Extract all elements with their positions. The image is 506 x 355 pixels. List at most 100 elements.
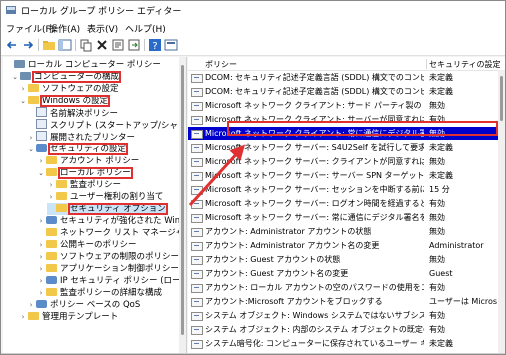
tree-policy-based-qos[interactable]: › ポリシー ベースの QoS — [27, 299, 141, 311]
tree-label: ユーザー権利の割り当て — [70, 192, 164, 202]
policy-row[interactable]: Microsoft ネットワーク サーバー: クライアントが同意すれば、通信に.… — [188, 155, 498, 168]
policy-name: Microsoft ネットワーク サーバー: S4U2Self を試行して要求情… — [205, 143, 424, 152]
policy-row[interactable]: アカウント: Administrator アカウント名の変更 Administra… — [188, 239, 498, 252]
column-security-setting[interactable]: セキュリティの設定 — [429, 59, 501, 70]
tree-deployed-printers[interactable]: › 展開されたプリンター — [27, 131, 136, 143]
policy-row[interactable]: Microsoft ネットワーク サーバー: S4U2Self を試行して要求情… — [188, 141, 498, 154]
folder-icon — [56, 180, 67, 188]
tree-ip-security[interactable]: › IP セキュリティ ポリシー (ローカル — [37, 275, 186, 287]
chevron-right-icon[interactable]: › — [37, 287, 45, 299]
policy-name: DCOM: セキュリティ記述子定義言語 (SDDL) 構文でのコンピュータ... — [205, 73, 424, 82]
chevron-right-icon[interactable]: › — [37, 155, 45, 167]
tree-security-settings[interactable]: ⌄ セキュリティの設定 — [27, 143, 128, 155]
policy-row[interactable]: アカウント:Microsoft アカウントをブロックする ユーザーは Micros… — [188, 295, 498, 308]
delete-icon[interactable] — [95, 38, 109, 52]
policy-row[interactable]: Microsoft ネットワーク クライアント: サード パーティ製の SMB … — [188, 99, 498, 112]
tree-audit-policy[interactable]: › 監査ポリシー — [47, 179, 122, 191]
menu-view[interactable]: 表示(V) — [87, 22, 118, 35]
chevron-right-icon[interactable]: › — [19, 83, 27, 95]
tree-administrative-templates[interactable]: › 管理用テンプレート — [19, 311, 119, 323]
tree-label: 展開されたプリンター — [50, 133, 136, 143]
menu-file[interactable]: ファイル(F) — [6, 22, 54, 35]
tree-windows-firewall[interactable]: › セキュリティが強化された Windows — [37, 215, 186, 227]
tree-public-key-policies[interactable]: › 公開キーのポリシー — [37, 239, 138, 251]
policy-row[interactable]: DCOM: セキュリティ記述子定義言語 (SDDL) 構文でのコンピュータ...… — [188, 71, 498, 84]
chevron-right-icon[interactable]: › — [37, 275, 45, 287]
properties-icon[interactable] — [111, 38, 125, 52]
policy-row[interactable]: アカウント: Administrator アカウントの状態 無効 — [188, 225, 498, 238]
chevron-down-icon[interactable]: ⌄ — [37, 167, 45, 179]
policy-name: Microsoft ネットワーク サーバー: ログオン時間を経過するとクライアン… — [205, 199, 424, 208]
tree-network-list-manager[interactable]: ネットワーク リスト マネージャー ポリ — [37, 227, 186, 239]
chevron-right-icon[interactable]: › — [19, 311, 27, 323]
policy-row[interactable]: DCOM: セキュリティ記述子定義言語 (SDDL) 構文でのコンピュータ...… — [188, 85, 498, 98]
tree-label: ソフトウェアの制限のポリシー — [60, 252, 180, 262]
policy-row[interactable]: Microsoft ネットワーク サーバー: セッションを中断する前に、必要なア… — [188, 183, 498, 196]
policy-row[interactable]: システム暗号化: コンピューターに保存されているユーザー キーに強力な... 未定… — [188, 337, 498, 350]
copy-icon[interactable] — [79, 38, 93, 52]
computer-icon — [14, 60, 25, 68]
tree-label: 管理用テンプレート — [42, 312, 119, 322]
tree-scripts[interactable]: スクリプト (スタートアップ/シャットダウン) — [27, 119, 186, 131]
tree-application-control[interactable]: › アプリケーション制御ポリシー — [37, 263, 180, 275]
tree-user-rights-assignment[interactable]: › ユーザー権利の割り当て — [47, 191, 164, 203]
policy-row[interactable]: Microsoft ネットワーク クライアント: 常に通信にデジタル署名を行う無… — [188, 127, 498, 140]
policy-row[interactable]: アカウント: Guest アカウントの状態 無効 — [188, 253, 498, 266]
tree-windows-settings[interactable]: ⌄ Windows の設定 — [19, 95, 111, 107]
policy-row[interactable]: システム オブジェクト: Windows システムではないサブシステムのため..… — [188, 309, 498, 322]
tree-local-policies[interactable]: ⌄ ローカル ポリシー — [37, 167, 133, 179]
policy-icon — [191, 102, 203, 111]
chevron-down-icon[interactable]: ⌄ — [19, 95, 27, 107]
tree-software-settings[interactable]: › ソフトウェアの設定 — [19, 83, 120, 95]
chevron-right-icon[interactable]: › — [27, 299, 35, 311]
policy-row[interactable]: Microsoft ネットワーク サーバー: 常に通信にデジタル署名を行う 無効 — [188, 211, 498, 224]
policy-row[interactable]: Microsoft ネットワーク サーバー: サーバー SPN ターゲット名検証… — [188, 169, 498, 182]
menu-action[interactable]: 操作(A) — [49, 22, 80, 35]
chevron-right-icon[interactable]: › — [37, 215, 45, 227]
tree-advanced-audit[interactable]: › 監査ポリシーの詳細な構成 — [37, 287, 163, 299]
shield-icon — [36, 144, 47, 152]
chevron-right-icon[interactable]: › — [47, 179, 55, 191]
list-scrollbar[interactable] — [498, 70, 505, 353]
forward-icon[interactable] — [21, 38, 35, 52]
help-icon[interactable]: ? — [148, 38, 162, 52]
policy-name: Microsoft ネットワーク サーバー: セッションを中断する前に、必要なア… — [205, 185, 424, 194]
chevron-down-icon[interactable]: ⌄ — [27, 143, 35, 155]
back-icon[interactable] — [5, 38, 19, 52]
policy-row[interactable]: Microsoft ネットワーク サーバー: ログオン時間を経過するとクライアン… — [188, 197, 498, 210]
policy-row[interactable]: アカウント: Guest アカウント名の変更 Guest — [188, 267, 498, 280]
folder-icon — [46, 156, 57, 164]
chevron-right-icon[interactable]: › — [37, 263, 45, 275]
tree-account-policies[interactable]: › アカウント ポリシー — [37, 155, 140, 167]
policy-row[interactable]: アカウント: ローカル アカウントの空のパスワードの使用をコンソール ログ...… — [188, 281, 498, 294]
tree-scrollbar[interactable] — [179, 57, 186, 353]
scroll-thumb[interactable] — [181, 65, 184, 335]
group-policy-app-icon — [6, 6, 16, 14]
policy-row[interactable]: Microsoft ネットワーク クライアント: サーバーが同意すれば、通信に.… — [188, 113, 498, 126]
svg-text:?: ? — [152, 41, 157, 52]
policy-row[interactable]: システム オブジェクト: 内部のシステム オブジェクトの既定のアクセス許... 有… — [188, 323, 498, 336]
scroll-thumb[interactable] — [500, 76, 503, 121]
chevron-down-icon[interactable]: ⌄ — [11, 71, 19, 83]
policy-name: アカウント: ローカル アカウントの空のパスワードの使用をコンソール ログ... — [205, 283, 424, 292]
tree-computer-configuration[interactable]: ⌄ コンピューターの構成 — [11, 71, 122, 83]
view-icon[interactable] — [164, 38, 178, 52]
menu-help[interactable]: ヘルプ(H) — [125, 22, 166, 35]
tree-security-options[interactable]: セキュリティ オプション — [47, 203, 168, 215]
policy-icon — [191, 312, 203, 321]
chevron-right-icon[interactable]: › — [47, 191, 55, 203]
folder-up-icon[interactable] — [42, 38, 56, 52]
policy-icon — [191, 340, 203, 349]
console-tree-icon[interactable] — [58, 38, 72, 52]
tree-label: 名前解決ポリシー — [50, 109, 119, 119]
tree-label: ポリシー ベースの QoS — [50, 300, 141, 310]
tree-name-resolution-policy[interactable]: 名前解決ポリシー — [27, 107, 119, 119]
tree-label: セキュリティ オプション — [68, 203, 168, 215]
document-icon — [36, 107, 47, 117]
tree-software-restriction[interactable]: › ソフトウェアの制限のポリシー — [37, 251, 180, 263]
column-policy[interactable]: ポリシー — [205, 59, 237, 70]
chevron-right-icon[interactable]: › — [37, 239, 45, 251]
tree-local-computer-policy[interactable]: ローカル コンピューター ポリシー — [5, 59, 162, 71]
chevron-right-icon[interactable]: › — [37, 251, 45, 263]
export-icon[interactable] — [127, 38, 141, 52]
